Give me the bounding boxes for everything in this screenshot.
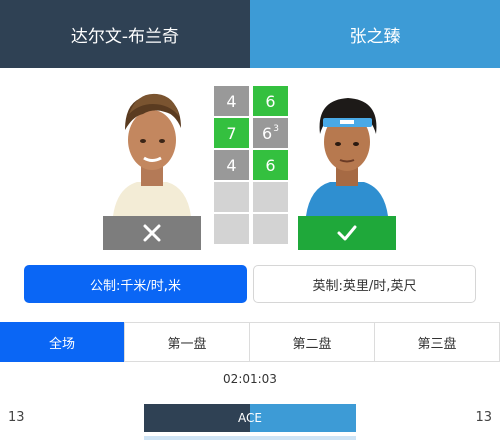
player-right-result-badge [298, 216, 396, 250]
match-duration: 02:01:03 [223, 372, 277, 386]
set-1-right-score: 6 [253, 86, 288, 116]
x-icon [143, 224, 161, 242]
set-5-left-score [214, 214, 249, 244]
player-left-result-badge [103, 216, 201, 250]
player-left-name[interactable]: 达尔文-布兰奇 [0, 0, 250, 68]
unit-toggle: 公制:千米/时,米 英制:英里/时,英尺 [24, 265, 476, 303]
tab-full-match[interactable]: 全场 [0, 322, 125, 362]
set-2-left-score: 7 [214, 118, 249, 148]
set-3-right-score: 6 [253, 150, 288, 180]
set-5-right-score [253, 214, 288, 244]
set-2-right-games: 6 [262, 123, 273, 143]
tab-set-2[interactable]: 第二盘 [249, 322, 375, 362]
stat-row-ace: 13 ACE 13 [0, 404, 500, 432]
set-4-left-score [214, 182, 249, 212]
stat-comparison-bar: ACE [144, 404, 356, 432]
tab-set-1[interactable]: 第一盘 [124, 322, 250, 362]
player-left-photo [103, 84, 201, 216]
imperial-unit-button[interactable]: 英制:英里/时,英尺 [253, 265, 476, 303]
stat-left-value: 13 [8, 410, 25, 425]
stat-next-bar-hint [144, 436, 356, 440]
set-1-left-score: 4 [214, 86, 249, 116]
set-3-left-score: 4 [214, 150, 249, 180]
player-right-name[interactable]: 张之臻 [250, 0, 500, 68]
player-header: 达尔文-布兰奇 张之臻 [0, 0, 500, 68]
set-2-tiebreak: 3 [273, 124, 279, 134]
stat-right-value: 13 [475, 410, 492, 425]
metric-unit-button[interactable]: 公制:千米/时,米 [24, 265, 247, 303]
check-icon [337, 225, 357, 241]
set-2-right-score: 63 [253, 118, 288, 148]
set-scores: 4 6 7 63 4 6 [214, 86, 288, 244]
stat-label: ACE [238, 411, 262, 425]
set-tabs: 全场 第一盘 第二盘 第三盘 [0, 322, 500, 362]
tab-set-3[interactable]: 第三盘 [374, 322, 500, 362]
match-summary: 4 6 7 63 4 6 [0, 68, 500, 258]
player-right-photo [298, 84, 396, 216]
set-4-right-score [253, 182, 288, 212]
